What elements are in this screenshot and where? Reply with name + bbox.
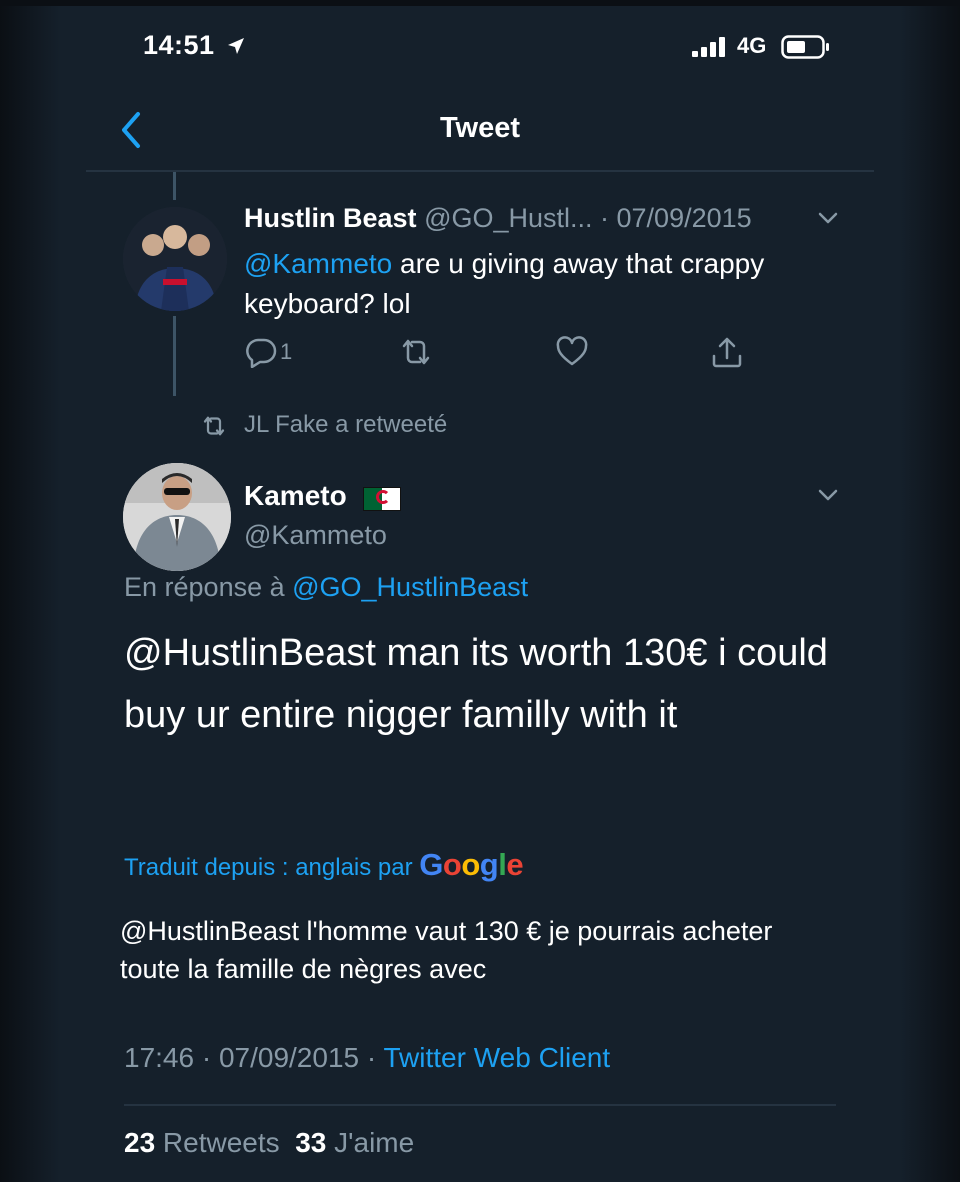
retweets-stat[interactable]: 23 Retweets (124, 1127, 280, 1158)
retweet-icon[interactable] (398, 336, 434, 368)
chevron-down-icon[interactable] (817, 487, 839, 503)
tweet-date: · 07/09/2015 · (194, 1042, 384, 1073)
status-time: 14:51 (143, 30, 215, 60)
reply-context-prefix: En réponse à (124, 572, 293, 602)
retweets-label: Retweets (155, 1127, 280, 1158)
likes-count: 33 (295, 1127, 327, 1158)
retweet-note[interactable]: JL Fake a retweeté (244, 411, 447, 439)
retweets-count: 23 (124, 1127, 156, 1158)
screen-edge-left (0, 0, 60, 1182)
translation-prefix: Traduit depuis : anglais par (124, 854, 420, 881)
location-arrow-icon (228, 38, 244, 54)
tweet-timestamp: 17:46 · 07/09/2015 · Twitter Web Client (124, 1042, 610, 1074)
avatar-portrait-photo (123, 463, 231, 571)
parent-tweet-header: Hustlin Beast @GO_Hustl... · 07/09/2015 (244, 203, 752, 234)
screen-edge-right (900, 0, 960, 1182)
reply-count: 1 (280, 339, 293, 364)
battery-icon (781, 35, 829, 59)
translation-attribution[interactable]: Traduit depuis : anglais par Google (124, 847, 524, 883)
chevron-down-icon[interactable] (817, 210, 839, 226)
like-icon[interactable] (555, 336, 589, 368)
parent-tweet-mention[interactable]: @Kammeto (244, 248, 392, 279)
meta-separator: · (592, 203, 617, 233)
author-handle[interactable]: @Kammeto (244, 520, 387, 551)
parent-author-handle[interactable]: @GO_Hustl... (424, 203, 592, 233)
tweet-time: 17:46 (124, 1042, 195, 1073)
signal-icon (692, 37, 725, 57)
share-icon[interactable] (710, 336, 744, 370)
likes-stat[interactable]: 33 J'aime (295, 1127, 414, 1158)
parent-author-name[interactable]: Hustlin Beast (244, 203, 417, 233)
author-name[interactable]: Kameto (244, 480, 347, 512)
retweeted-icon (203, 416, 225, 436)
thread-line-top (173, 172, 176, 200)
stats-divider (124, 1104, 836, 1106)
likes-label: J'aime (326, 1127, 415, 1158)
tweet-source-link[interactable]: Twitter Web Client (383, 1042, 610, 1073)
flag-crescent (376, 490, 390, 504)
avatar-kameto[interactable] (123, 463, 231, 571)
google-logo: Google (419, 847, 524, 882)
tweet-stats: 23 Retweets 33 J'aime (124, 1127, 414, 1159)
reply-icon[interactable] (244, 336, 278, 368)
avatar-group-photo (123, 207, 227, 311)
page-title: Tweet (439, 112, 521, 144)
avatar-hustlin-beast[interactable] (123, 207, 227, 311)
header-divider (86, 170, 874, 172)
network-label: 4G (737, 33, 767, 58)
translated-text: @HustlinBeast l'homme vaut 130 € je pour… (120, 916, 773, 984)
parent-tweet-text: @Kammeto are u giving away that crappy k… (244, 244, 844, 324)
parent-tweet-date: 07/09/2015 (616, 203, 752, 233)
thread-line (173, 316, 176, 396)
screen: 14:51 4G Tweet Hustlin Beast @GO_Hustl..… (0, 0, 960, 1182)
tweet-text: @HustlinBeast man its worth 130€ i could… (124, 632, 828, 736)
screen-edge-top (0, 0, 960, 6)
reply-context: En réponse à @GO_HustlinBeast (124, 572, 528, 603)
reply-to-link[interactable]: @GO_HustlinBeast (292, 572, 528, 602)
